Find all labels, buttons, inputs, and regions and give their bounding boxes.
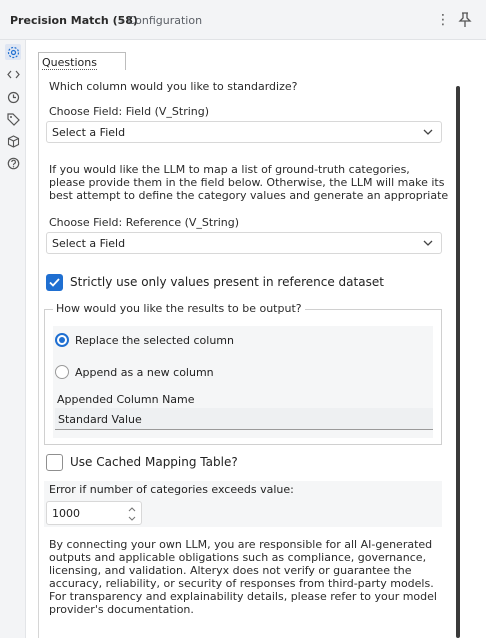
pin-icon[interactable] <box>458 12 472 28</box>
cached-mapping-checkbox-row[interactable]: Use Cached Mapping Table? <box>46 454 266 474</box>
llm-disclaimer: By connecting your own LLM, you are resp… <box>49 538 437 616</box>
strict-values-checkbox-row[interactable]: Strictly use only values present in refe… <box>46 274 406 294</box>
help-icon[interactable] <box>5 155 21 171</box>
window-subtitle: - Configuration <box>120 14 203 27</box>
tab-questions[interactable]: Questions <box>38 52 126 70</box>
tag-icon[interactable] <box>5 111 21 127</box>
chevron-down-icon <box>423 238 433 248</box>
reference-select-value: Select a Field <box>52 237 126 250</box>
question-text: Which column would you like to standardi… <box>49 80 298 93</box>
replace-column-label[interactable]: Replace the selected column <box>75 334 234 347</box>
field-select[interactable]: Select a Field <box>46 121 442 143</box>
strict-values-checkbox[interactable] <box>46 274 63 291</box>
cached-mapping-checkbox[interactable] <box>46 454 63 471</box>
vertical-scrollbar[interactable] <box>456 86 460 638</box>
chevron-down-icon <box>423 127 433 137</box>
gear-icon[interactable] <box>5 44 21 60</box>
appended-column-name-input[interactable]: Standard Value <box>55 408 433 430</box>
window-title: Precision Match (58) <box>10 14 138 27</box>
chevron-up-icon[interactable] <box>125 504 139 514</box>
history-icon[interactable] <box>5 89 21 105</box>
side-rail <box>0 40 26 638</box>
strict-values-label: Strictly use only values present in refe… <box>70 275 384 289</box>
reference-field-select[interactable]: Select a Field <box>46 232 442 254</box>
appended-column-name-label: Appended Column Name <box>57 393 195 406</box>
category-limit-stepper[interactable]: 1000 <box>46 501 142 525</box>
title-bar: Precision Match (58) - Configuration ⋮ <box>0 0 486 40</box>
output-options-body: Replace the selected column Append as a … <box>53 326 433 438</box>
intro-paragraph: If you would like the LLM to map a list … <box>49 163 449 202</box>
category-limit-value: 1000 <box>52 507 80 520</box>
cube-icon[interactable] <box>5 133 21 149</box>
cached-mapping-label: Use Cached Mapping Table? <box>70 455 238 469</box>
append-column-radio[interactable] <box>55 365 69 379</box>
more-options-icon[interactable]: ⋮ <box>436 12 450 28</box>
tab-strip: Questions <box>26 40 486 70</box>
reference-field-label: Choose Field: Reference (V_String) <box>49 216 240 229</box>
field-select-value: Select a Field <box>52 126 126 139</box>
replace-column-radio[interactable] <box>55 333 69 347</box>
output-group-legend: How would you like the results to be out… <box>53 302 305 315</box>
append-column-label[interactable]: Append as a new column <box>75 366 214 379</box>
field-label: Choose Field: Field (V_String) <box>49 105 210 118</box>
category-limit-section: Error if number of categories exceeds va… <box>44 481 442 527</box>
code-icon[interactable] <box>5 66 21 82</box>
category-limit-label: Error if number of categories exceeds va… <box>49 483 294 496</box>
appended-column-name-value: Standard Value <box>58 413 142 426</box>
tab-questions-label: Questions <box>42 56 97 70</box>
output-options-group: How would you like the results to be out… <box>44 302 442 445</box>
chevron-down-icon[interactable] <box>125 514 139 524</box>
